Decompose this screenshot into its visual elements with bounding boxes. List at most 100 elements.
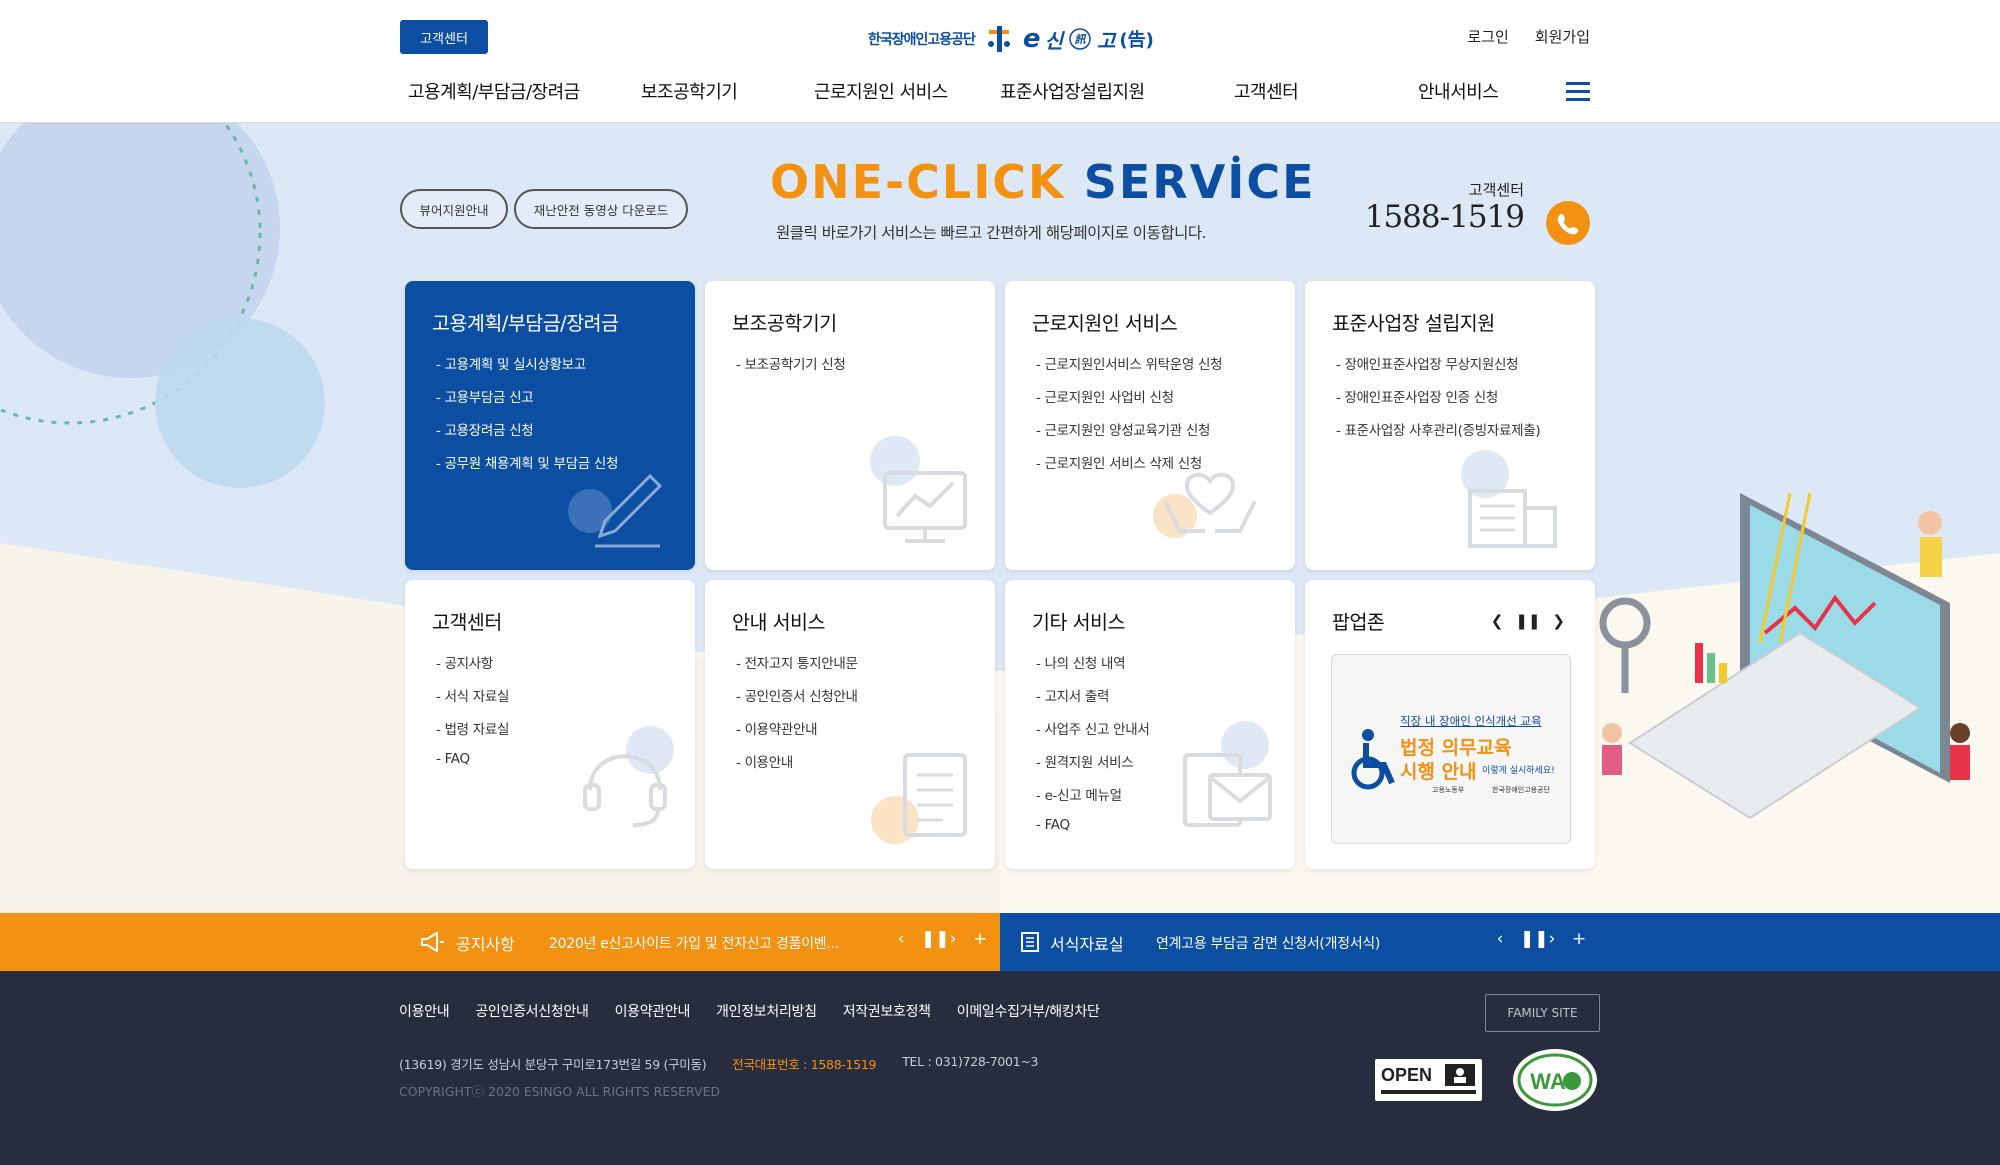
popup-controls: ❮ ❚❚ ❯: [1491, 612, 1565, 630]
footer-link-terms[interactable]: 이용약관안내: [615, 1001, 691, 1021]
disaster-video-download-button[interactable]: 재난안전 동영상 다운로드: [514, 189, 688, 229]
cs-phone-number: 1588-1519: [1364, 199, 1525, 235]
footer-link-email-refusal[interactable]: 이메일수집거부/해킹차단: [957, 1001, 1100, 1021]
card-link[interactable]: - 보조공학기기 신청: [736, 353, 846, 386]
chevron-right-icon[interactable]: ›: [947, 929, 959, 949]
footer-link-certificate[interactable]: 공인인증서신청안내: [475, 1001, 589, 1021]
gnb-item-customer-center[interactable]: 고객센터: [1234, 78, 1299, 104]
card-title: 근로지원인 서비스: [1032, 312, 1178, 335]
kead-logo-icon: [985, 24, 1013, 54]
card-list: - 나의 신청 내역 - 고지서 출력 - 사업주 신고 안내서 - 원격지원 …: [1036, 652, 1150, 850]
card-link[interactable]: - 장애인표준사업장 인증 신청: [1336, 386, 1540, 419]
wa-badge-text: WA: [1530, 1069, 1566, 1094]
service-card-employment-plan[interactable]: 고용계획/부담금/장려금 - 고용계획 및 실시상황보고 - 고용부담금 신고 …: [405, 281, 695, 570]
kead-logo-text: 한국장애인고용공단: [868, 32, 976, 48]
chevron-right-icon[interactable]: ❯: [1552, 612, 1565, 630]
hero-title-blue: SERVICE: [1083, 155, 1316, 209]
card-link[interactable]: - 이용약관안내: [736, 718, 858, 751]
plus-icon[interactable]: +: [1572, 929, 1586, 949]
esingo-text: 신: [1044, 28, 1063, 53]
service-card-assistive-tech[interactable]: 보조공학기기 - 보조공학기기 신청: [705, 281, 995, 570]
circled-char-icon: 訊: [1069, 28, 1091, 50]
document-list-icon: [1021, 932, 1039, 952]
popup-banner[interactable]: 직장 내 장애인 인식개선 교육 법정 의무교육 시행 안내 이렇게 실시하세요…: [1331, 654, 1571, 844]
gnb-item-assistive-tech[interactable]: 보조공학기기: [641, 78, 738, 104]
card-link[interactable]: - 전자고지 통지안내문: [736, 652, 858, 685]
card-link[interactable]: - 이용안내: [736, 751, 858, 784]
viewer-guide-button[interactable]: 뷰어지원안내: [400, 189, 508, 229]
card-link[interactable]: - 근로지원인 사업비 신청: [1036, 386, 1222, 419]
popup-zone-card: 팝업존 ❮ ❚❚ ❯ 직장 내 장애인 인식개선 교육 법정 의무교육 시행 안…: [1305, 580, 1595, 869]
pause-icon[interactable]: ❚❚: [1520, 929, 1549, 949]
service-card-guide[interactable]: 안내 서비스 - 전자고지 통지안내문 - 공인인증서 신청안내 - 이용약관안…: [705, 580, 995, 869]
chevron-right-icon[interactable]: ›: [1546, 929, 1558, 949]
title-dot-icon: [1232, 155, 1240, 163]
notice-title[interactable]: 공지사항: [456, 931, 515, 955]
footer-link-usage[interactable]: 이용안내: [399, 1001, 450, 1021]
card-title: 고객센터: [432, 611, 502, 634]
card-list: - 보조공학기기 신청: [736, 353, 846, 386]
plus-icon[interactable]: +: [973, 929, 987, 949]
cs-label: 고객센터: [1468, 181, 1524, 199]
copyright-text: COPYRIGHTⓒ 2020 ESINGO ALL RIGHTS RESERV…: [399, 1084, 721, 1099]
menu-icon[interactable]: [1566, 82, 1590, 102]
service-card-work-support[interactable]: 근로지원인 서비스 - 근로지원인서비스 위탁운영 신청 - 근로지원인 사업비…: [1005, 281, 1295, 570]
gnb-item-employment-plan[interactable]: 고용계획/부담금/장려금: [408, 78, 580, 104]
footer-link-copyright[interactable]: 저작권보호정책: [843, 1001, 931, 1021]
notice-headline[interactable]: 2020년 e신고사이트 가입 및 전자신고 경품이벤...: [549, 933, 839, 953]
card-title: 기타 서비스: [1032, 611, 1125, 634]
card-link[interactable]: - 나의 신청 내역: [1036, 652, 1150, 685]
banner-line-3: 시행 안내: [1400, 761, 1477, 783]
svg-text:訊: 訊: [1074, 33, 1086, 46]
card-link[interactable]: - 근로지원인서비스 위탁운영 신청: [1036, 353, 1223, 386]
login-link[interactable]: 로그인: [1467, 26, 1508, 47]
pause-icon[interactable]: ❚❚: [921, 929, 950, 949]
customer-center-button[interactable]: 고객센터: [400, 20, 488, 54]
chevron-left-icon[interactable]: ‹: [895, 929, 907, 949]
card-link[interactable]: - 장애인표준사업장 무상지원신청: [1336, 353, 1540, 386]
footer-address: (13619) 경기도 성남시 분당구 구미로173번길 59 (구미동) 전국…: [399, 1054, 1038, 1073]
phone-icon[interactable]: [1546, 201, 1590, 245]
card-link[interactable]: - 고용계획 및 실시상황보고: [436, 353, 618, 386]
card-link[interactable]: - 원격지원 서비스: [1036, 751, 1150, 784]
gnb-item-standard-workplace[interactable]: 표준사업장설립지원: [1000, 78, 1145, 104]
family-site-select[interactable]: FAMILY SITE: [1485, 994, 1600, 1032]
esingo-chars: (告): [1119, 30, 1154, 51]
card-link[interactable]: - FAQ: [436, 751, 509, 784]
computer-illustration: [1599, 492, 1970, 820]
hero-title: ONE-CLICK SERVICE: [770, 155, 1316, 209]
card-title: 안내 서비스: [732, 611, 825, 634]
card-link[interactable]: - 법령 자료실: [436, 718, 509, 751]
forms-headline[interactable]: 연계고용 부담금 감면 신청서(개정서식): [1156, 933, 1380, 953]
card-link[interactable]: - 사업주 신고 안내서: [1036, 718, 1150, 751]
notice-panel: 공지사항 2020년 e신고사이트 가입 및 전자신고 경품이벤... ‹ ❚❚…: [0, 913, 1000, 971]
card-link[interactable]: - 서식 자료실: [436, 685, 509, 718]
site-logo[interactable]: 한국장애인고용공단 e 신 訊 고 (告): [868, 22, 1154, 56]
banner-org-1: 고용노동부: [1432, 786, 1465, 794]
service-card-customer-center[interactable]: 고객센터 - 공지사항 - 서식 자료실 - 법령 자료실 - FAQ: [405, 580, 695, 869]
banner-line-1: 직장 내 장애인 인식개선 교육: [1400, 714, 1542, 728]
site-footer: 이용안내 공인인증서신청안내 이용약관안내 개인정보처리방침 저작권보호정책 이…: [0, 971, 2000, 1165]
card-link[interactable]: - FAQ: [1036, 817, 1150, 850]
forms-title[interactable]: 서식자료실: [1050, 931, 1124, 955]
card-title: 고용계획/부담금/장려금: [432, 312, 619, 335]
card-link[interactable]: - 고용부담금 신고: [436, 386, 618, 419]
service-card-other[interactable]: 기타 서비스 - 나의 신청 내역 - 고지서 출력 - 사업주 신고 안내서 …: [1005, 580, 1295, 869]
card-link[interactable]: - 공지사항: [436, 652, 509, 685]
notice-controls: ‹ ❚❚ › +: [895, 929, 988, 949]
chevron-left-icon[interactable]: ‹: [1494, 929, 1506, 949]
card-link[interactable]: - e-신고 메뉴얼: [1036, 784, 1150, 817]
card-title: 보조공학기기: [732, 312, 837, 335]
megaphone-icon: [421, 932, 444, 952]
gnb-item-work-support[interactable]: 근로지원인 서비스: [814, 78, 948, 104]
building-icon: [1461, 450, 1557, 548]
footer-link-privacy[interactable]: 개인정보처리방침: [716, 1001, 817, 1021]
card-link[interactable]: - 공인인증서 신청안내: [736, 685, 858, 718]
gnb-item-guide-service[interactable]: 안내서비스: [1418, 78, 1499, 104]
card-link[interactable]: - 고지서 출력: [1036, 685, 1150, 718]
card-list: - 공지사항 - 서식 자료실 - 법령 자료실 - FAQ: [436, 652, 509, 784]
signup-link[interactable]: 회원가입: [1535, 26, 1590, 47]
service-card-standard-workplace[interactable]: 표준사업장 설립지원 - 장애인표준사업장 무상지원신청 - 장애인표준사업장 …: [1305, 281, 1595, 570]
pause-icon[interactable]: ❚❚: [1515, 612, 1540, 630]
chevron-left-icon[interactable]: ❮: [1491, 612, 1504, 630]
